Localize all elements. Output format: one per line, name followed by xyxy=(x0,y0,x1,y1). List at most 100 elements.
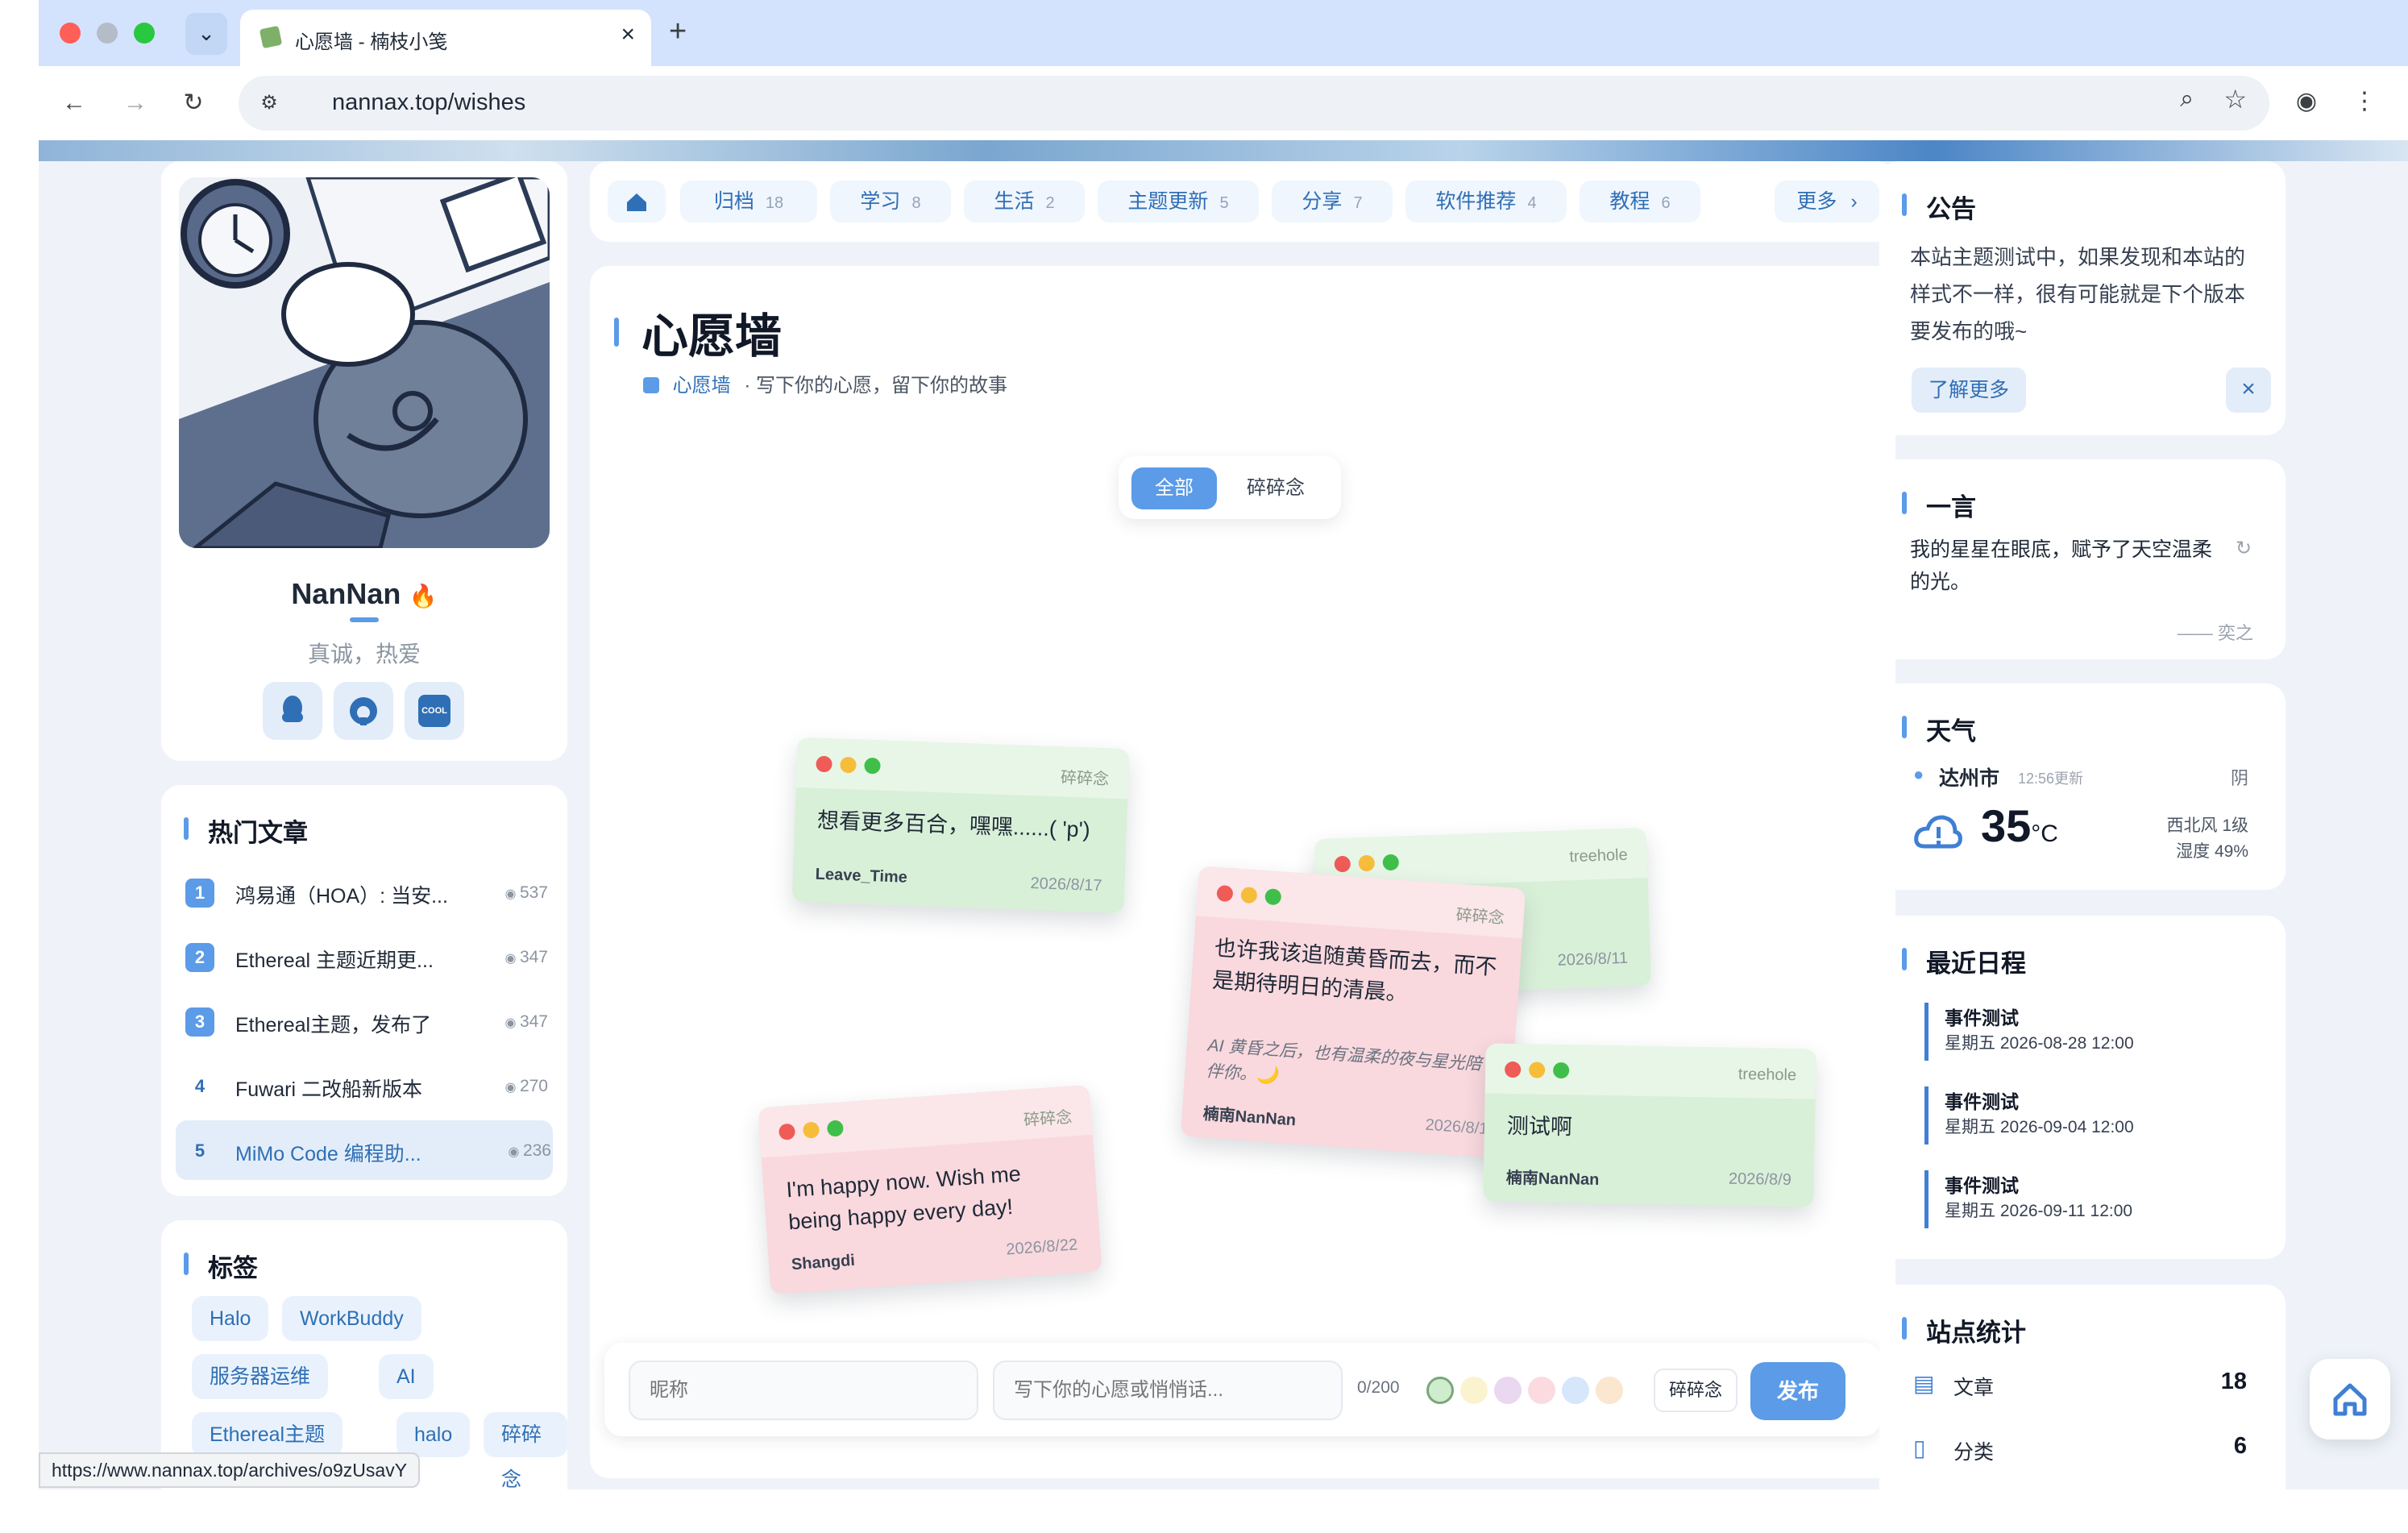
color-swatch[interactable] xyxy=(1528,1377,1555,1404)
tag-halo[interactable]: Halo xyxy=(192,1296,269,1341)
new-tab-button[interactable]: + xyxy=(669,15,687,49)
nav-item-label: 学习 xyxy=(860,190,901,213)
hot-post-item[interactable]: 4 Fuwari 二改船新版本 ◉ 270 xyxy=(161,1056,564,1115)
avatar xyxy=(179,177,550,548)
wish-date: 2026/8/11 xyxy=(1557,949,1629,970)
schedule-item[interactable]: 事件测试 星期五 2026-09-04 12:00 xyxy=(1924,1086,2263,1145)
close-icon: × xyxy=(2241,376,2256,402)
chevron-right-icon: › xyxy=(1850,190,1858,213)
wish-note[interactable]: treehole 测试啊 楠南NanNan 2026/8/9 xyxy=(1483,1043,1816,1207)
tag-ai[interactable]: AI xyxy=(379,1354,434,1399)
wishes-main-card: 心愿墙 心愿墙 · 写下你的心愿，留下你的故事 全部 碎碎念 碎碎念 想看更多百… xyxy=(590,266,1895,1478)
schedule-item[interactable]: 事件测试 星期五 2026-09-11 12:00 xyxy=(1924,1170,2263,1228)
nav-item[interactable]: 学习 8 xyxy=(830,181,951,222)
hot-post-item[interactable]: 2 Ethereal 主题近期更... ◉ 347 xyxy=(161,927,564,987)
quote-title: 一言 xyxy=(1926,493,1976,521)
eye-icon: ◉ xyxy=(504,952,520,966)
color-swatch[interactable] xyxy=(1562,1377,1589,1404)
weather-title: 天气 xyxy=(1926,717,1976,746)
active-tab[interactable]: 心愿墙 - 楠枝小笺 × xyxy=(240,10,651,66)
wish-message-input[interactable] xyxy=(993,1361,1343,1420)
nav-more-button[interactable]: 更多 › xyxy=(1775,181,1879,222)
schedule-item-date: 星期五 2026-08-28 12:00 xyxy=(1945,1034,2134,1053)
color-swatch[interactable] xyxy=(1494,1377,1522,1404)
nav-item[interactable]: 软件推荐 4 xyxy=(1405,181,1567,222)
wish-note[interactable]: 碎碎念 I'm happy now. Wish me being happy e… xyxy=(758,1084,1102,1295)
publish-button[interactable]: 发布 xyxy=(1750,1362,1845,1420)
bookmark-star-icon[interactable]: ☆ xyxy=(2223,84,2247,114)
color-swatch[interactable] xyxy=(1460,1377,1488,1404)
hot-post-rank: 4 xyxy=(194,1076,206,1096)
close-notice-button[interactable]: × xyxy=(2226,368,2271,413)
site-info-icon[interactable]: ⚙ xyxy=(250,84,289,123)
screen: ⌄ 心愿墙 - 楠枝小笺 × + ← → ↻ ⚙ nannax.top/wish… xyxy=(0,0,2408,1533)
nav-home-button[interactable] xyxy=(608,181,666,222)
close-window-button[interactable] xyxy=(60,23,81,44)
hot-post-item[interactable]: 5 MiMo Code 编程助... ◉ 236 xyxy=(176,1120,553,1180)
section-accent xyxy=(184,817,189,840)
profile-name: NanNan xyxy=(291,577,401,610)
nav-item[interactable]: 分享 7 xyxy=(1272,181,1393,222)
nav-item[interactable]: 生活 2 xyxy=(964,181,1085,222)
tag-workbuddy[interactable]: WorkBuddy xyxy=(282,1296,421,1341)
hot-post-title: Fuwari 二改船新版本 xyxy=(235,1078,422,1101)
type-select[interactable]: 碎碎念 xyxy=(1654,1369,1737,1412)
tag-ethereal[interactable]: Ethereal主题 xyxy=(192,1412,343,1457)
color-swatch[interactable] xyxy=(1426,1377,1454,1404)
github-icon xyxy=(350,697,377,725)
nav-item-label: 教程 xyxy=(1609,190,1650,213)
nav-item[interactable]: 主题更新 5 xyxy=(1098,181,1259,222)
nav-item-count: 8 xyxy=(911,194,921,212)
tag-suisuinian[interactable]: 碎碎念 xyxy=(484,1412,567,1489)
nav-item-label: 生活 xyxy=(994,190,1035,213)
back-icon[interactable]: ← xyxy=(58,87,90,119)
github-button[interactable] xyxy=(334,682,393,740)
hot-post-views: ◉ 347 xyxy=(505,1012,548,1032)
minimize-window-button[interactable] xyxy=(97,23,118,44)
wish-author: 楠南NanNan xyxy=(1505,1169,1600,1189)
zoom-icon[interactable]: ⌕ xyxy=(2180,85,2194,113)
maximize-window-button[interactable] xyxy=(134,23,155,44)
color-swatch[interactable] xyxy=(1596,1377,1623,1404)
wish-note[interactable]: 碎碎念 想看更多百合，嘿嘿......( 'p') Leave_Time 202… xyxy=(791,737,1130,914)
cloud-alert-icon xyxy=(1914,815,1962,849)
tag-server-ops[interactable]: 服务器运维 xyxy=(192,1354,329,1399)
weather-temp-value: 35 xyxy=(1981,800,2032,851)
nav-item[interactable]: 归档 18 xyxy=(680,181,817,222)
tags-card: 标签 Halo WorkBuddy 服务器运维 AI Ethereal主题 ha… xyxy=(161,1220,567,1489)
ai-reply: AI 黄昏之后，也有温柔的夜与星光陪伴你。🌙 xyxy=(1205,1036,1483,1086)
section-accent xyxy=(1902,193,1907,216)
profile-card: NanNan 🔥 真诚，热爱 COOL xyxy=(161,161,567,761)
tab-search-button[interactable]: ⌄ xyxy=(185,13,227,55)
address-bar[interactable]: ⚙ nannax.top/wishes ⌕ ☆ xyxy=(239,76,2269,131)
close-tab-icon[interactable]: × xyxy=(621,21,635,48)
title-accent xyxy=(614,318,619,347)
floating-home-button[interactable] xyxy=(2310,1359,2390,1440)
coolapk-button[interactable]: COOL xyxy=(405,682,464,740)
section-accent xyxy=(1902,492,1907,514)
chevron-down-icon: ⌄ xyxy=(197,21,215,45)
wish-note[interactable]: 碎碎念 也许我该追随黄昏而去，而不是期待明日的清晨。 AI 黄昏之后，也有温柔的… xyxy=(1180,866,1526,1159)
wish-tag: treehole xyxy=(1568,845,1629,866)
tag-halo-lower[interactable]: halo xyxy=(396,1412,471,1457)
hot-post-item[interactable]: 3 Ethereal主题，发布了 ◉ 347 xyxy=(161,991,564,1051)
nav-item[interactable]: 教程 6 xyxy=(1580,181,1700,222)
nickname-input[interactable] xyxy=(629,1361,978,1420)
filter-all-button[interactable]: 全部 xyxy=(1131,467,1217,509)
schedule-card: 最近日程 事件测试 星期五 2026-08-28 12:00 事件测试 星期五 20… xyxy=(1879,916,2286,1259)
breadcrumb-link[interactable]: 心愿墙 xyxy=(673,375,731,397)
qq-button[interactable] xyxy=(263,682,322,740)
refresh-quote-icon[interactable]: ↻ xyxy=(2236,537,2252,560)
learn-more-button[interactable]: 了解更多 xyxy=(1912,368,2026,413)
forward-icon[interactable]: → xyxy=(119,87,152,119)
schedule-item-title: 事件测试 xyxy=(1945,1091,2019,1112)
profile-name-row: NanNan 🔥 xyxy=(161,577,567,611)
url-text[interactable]: nannax.top/wishes xyxy=(332,89,525,116)
filter-suisuinian-button[interactable]: 碎碎念 xyxy=(1225,467,1326,509)
menu-icon[interactable]: ⋮ xyxy=(2348,85,2381,118)
profile-icon[interactable]: ◉ xyxy=(2290,85,2323,118)
schedule-item[interactable]: 事件测试 星期五 2026-08-28 12:00 xyxy=(1924,1003,2263,1061)
reload-icon[interactable]: ↻ xyxy=(177,87,210,119)
nav-item-label: 软件推荐 xyxy=(1435,190,1517,213)
hot-post-item[interactable]: 1 鸿易通（HOA）: 当安... ◉ 537 xyxy=(161,862,564,922)
